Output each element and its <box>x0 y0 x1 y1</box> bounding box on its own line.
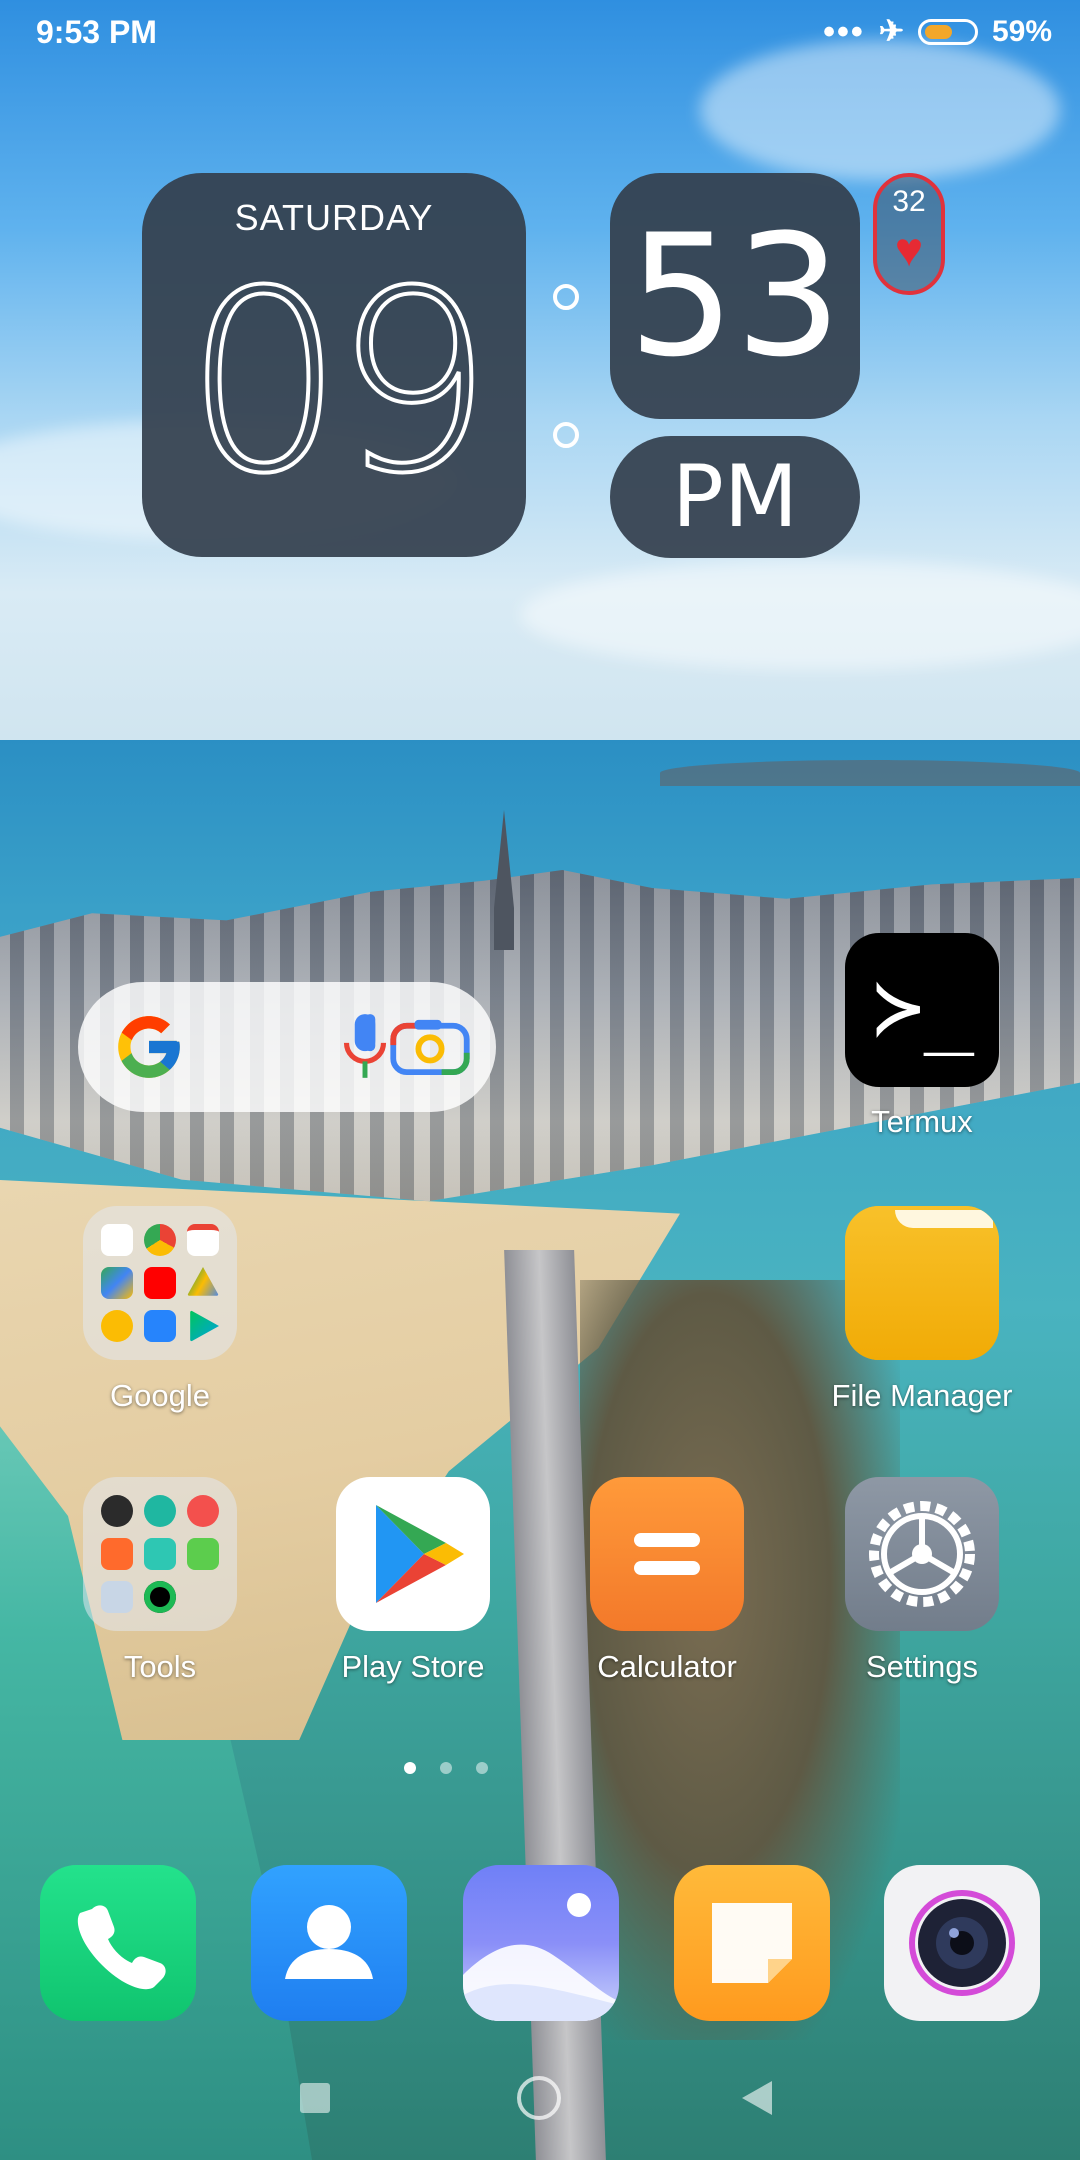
play-games-icon <box>190 1310 219 1342</box>
recents-button[interactable] <box>300 2083 330 2113</box>
mountain-photo-icon <box>463 1893 619 2021</box>
note-card-icon <box>712 1903 792 1983</box>
play-triangle-icon <box>376 1505 464 1603</box>
feather-icon <box>101 1581 133 1613</box>
back-button[interactable] <box>742 2081 772 2115</box>
person-icon <box>285 1905 373 1979</box>
airplane-mode-icon: ✈ <box>878 15 904 48</box>
file-manager-label: File Manager <box>831 1378 1013 1413</box>
maps-icon <box>101 1267 133 1299</box>
heart-icon: ♥ <box>894 224 924 277</box>
google-search-widget[interactable] <box>78 982 496 1112</box>
camera-lens-icon <box>909 1890 1015 1996</box>
scanner-icon <box>144 1538 176 1570</box>
heart-rate-badge[interactable]: 32 ♥ <box>873 173 945 295</box>
youtube-icon <box>144 1267 176 1299</box>
clock-widget-minute[interactable]: 53 <box>610 173 860 419</box>
gear-icon <box>869 1501 975 1607</box>
radio-icon <box>144 1495 176 1527</box>
page-indicator-dot[interactable] <box>476 1762 488 1774</box>
play-store-label: Play Store <box>341 1649 485 1684</box>
spotify-icon <box>144 1581 176 1613</box>
battery-percent: 59% <box>991 14 1052 48</box>
clock-minute: 53 <box>628 198 842 394</box>
tools-folder[interactable] <box>83 1477 237 1631</box>
clock-colon-bottom-icon <box>553 422 579 448</box>
play-store-app-icon[interactable] <box>336 1477 490 1631</box>
tools-folder-label: Tools <box>123 1649 197 1684</box>
clock-widget-hour[interactable]: SATURDAY 09 <box>142 173 526 557</box>
clock-widget-ampm[interactable]: PM <box>610 436 860 558</box>
folder-icon <box>895 1210 993 1228</box>
chrome-icon <box>144 1224 176 1256</box>
google-app-icon <box>101 1224 133 1256</box>
downloads-icon <box>187 1538 219 1570</box>
play-movies-icon <box>101 1310 133 1342</box>
gallery-app-icon[interactable] <box>463 1865 619 2021</box>
gmail-icon <box>187 1224 219 1256</box>
termux-label: Termux <box>871 1104 973 1139</box>
contacts-app-icon[interactable] <box>251 1865 407 2021</box>
duo-icon <box>144 1310 176 1342</box>
phone-handset-icon <box>77 1905 166 1990</box>
calculator-app-icon[interactable] <box>590 1477 744 1631</box>
status-time: 9:53 PM <box>36 14 157 50</box>
camera-app-icon[interactable] <box>884 1865 1040 2021</box>
microphone-icon[interactable] <box>340 1010 390 1084</box>
google-logo-icon[interactable] <box>112 1010 186 1084</box>
equals-icon <box>634 1533 700 1547</box>
recorder-icon <box>187 1495 219 1527</box>
compass-icon <box>101 1495 133 1527</box>
screen-recorder-icon <box>101 1538 133 1570</box>
signal-dots-icon: ••• <box>823 12 865 51</box>
termux-app-icon[interactable]: ≻_ <box>845 933 999 1087</box>
calculator-label: Calculator <box>597 1649 737 1684</box>
terminal-prompt-icon: ≻_ <box>873 958 975 1056</box>
notes-app-icon[interactable] <box>674 1865 830 2021</box>
settings-app-icon[interactable] <box>845 1477 999 1631</box>
page-indicator-dot[interactable] <box>404 1762 416 1774</box>
battery-icon <box>917 18 978 45</box>
clock-hour: 09 <box>183 235 495 530</box>
page-indicator-dot[interactable] <box>440 1762 452 1774</box>
clock-colon-top-icon <box>553 284 579 310</box>
status-bar: 9:53 PM ••• ✈ 59% <box>0 0 1080 68</box>
file-manager-app-icon[interactable] <box>845 1206 999 1360</box>
google-folder-label: Google <box>110 1378 210 1413</box>
home-button[interactable] <box>517 2076 561 2120</box>
heart-rate-value: 32 <box>892 185 926 218</box>
phone-app-icon[interactable] <box>40 1865 196 2021</box>
settings-label: Settings <box>865 1649 978 1684</box>
google-folder[interactable] <box>83 1206 237 1360</box>
clock-ampm-label: PM <box>671 447 799 547</box>
google-lens-icon[interactable] <box>386 1018 474 1076</box>
drive-icon <box>187 1267 219 1296</box>
